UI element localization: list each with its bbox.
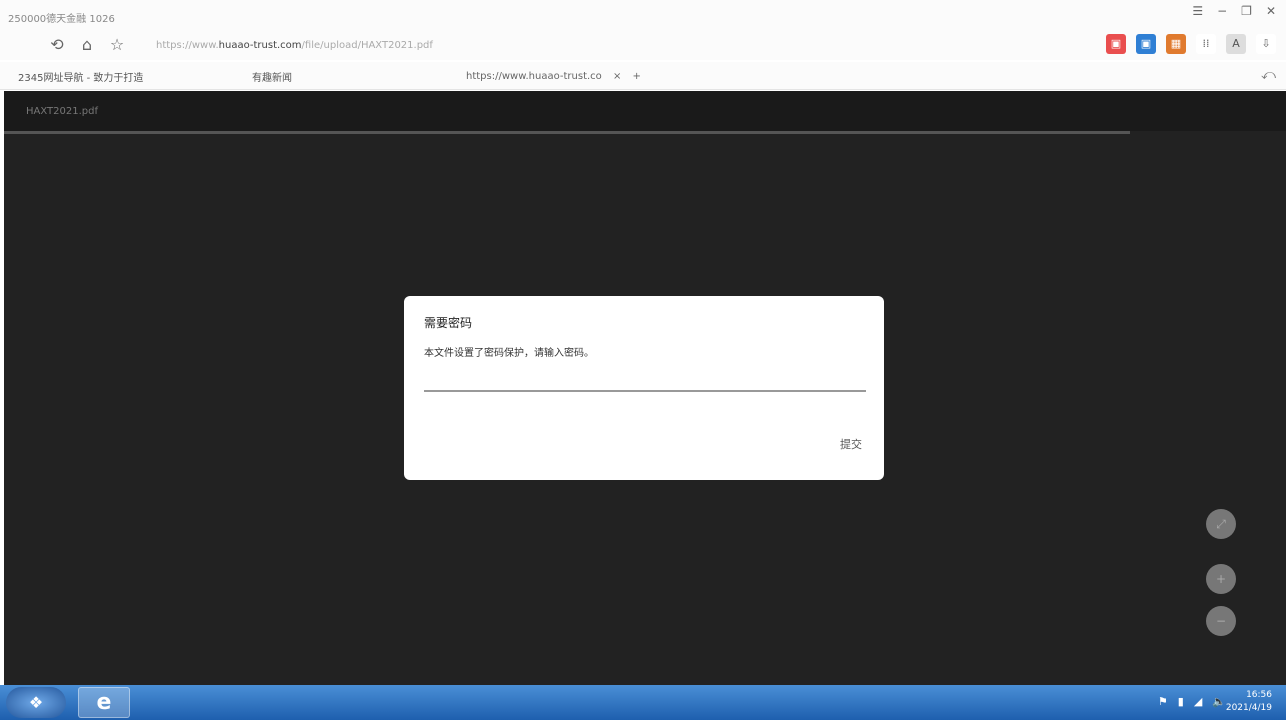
menu-icon[interactable]: ☰ [1192, 4, 1203, 18]
tray-signal-icon[interactable]: ◢ [1194, 695, 1202, 708]
new-tab-icon[interactable]: + [633, 71, 641, 82]
url-path: /file/upload/HAXT2021.pdf [301, 40, 433, 51]
bookmarks-bar: 2345网址导航 - 致力于打造 有趣新闻 https://www.huaao-… [0, 62, 1286, 90]
home-icon[interactable]: ⌂ [76, 34, 98, 56]
clock-date: 2021/4/19 [1225, 703, 1272, 713]
system-clock[interactable]: 16:56 2021/4/19 [1226, 689, 1272, 715]
apps-grid-icon[interactable]: ⁞⁞ [1196, 34, 1216, 54]
loading-progress-bar [4, 131, 1130, 134]
pdf-filename: HAXT2021.pdf [26, 106, 98, 117]
undo-icon[interactable]: ⤺ [1261, 67, 1276, 83]
minimize-icon[interactable]: − [1217, 4, 1227, 18]
extension-red-icon[interactable]: ▣ [1106, 34, 1126, 54]
password-dialog: 需要密码 本文件设置了密码保护，请输入密码。 提交 [404, 296, 884, 480]
zoom-out-icon[interactable]: − [1206, 606, 1236, 636]
password-input[interactable] [424, 374, 866, 392]
tab-close-icon[interactable]: × [613, 71, 621, 82]
window-title: 250000德天金融 1026 [8, 14, 115, 25]
translate-icon[interactable]: A [1226, 34, 1246, 54]
pdf-viewer: HAXT2021.pdf 需要密码 本文件设置了密码保护，请输入密码。 提交 ⤢… [4, 91, 1286, 685]
bookmark-news[interactable]: 有趣新闻 [252, 69, 292, 84]
address-bar[interactable]: https://www.huaao-trust.com/file/upload/… [156, 36, 986, 56]
favorite-star-icon[interactable]: ☆ [106, 34, 128, 56]
extension-blue-icon[interactable]: ▣ [1136, 34, 1156, 54]
system-tray: ⚑ ▮ ◢ 🔈 [1158, 695, 1226, 708]
restore-icon[interactable]: ❐ [1241, 4, 1252, 18]
zoom-in-icon[interactable]: + [1206, 564, 1236, 594]
url-prefix: https://www. [156, 40, 219, 51]
tray-flag-icon[interactable]: ⚑ [1158, 695, 1168, 708]
tray-network-icon[interactable]: ▮ [1178, 695, 1184, 708]
navigation-bar: ⟲ ⌂ ☆ https://www.huaao-trust.com/file/u… [0, 30, 1286, 60]
bookmark-2345[interactable]: 2345网址导航 - 致力于打造 [18, 69, 143, 84]
fit-page-icon[interactable]: ⤢ [1206, 509, 1236, 539]
browser-titlebar: 250000德天金融 1026 ☰ − ❐ ✕ [0, 0, 1286, 30]
tray-volume-icon[interactable]: 🔈 [1212, 695, 1226, 708]
download-icon[interactable]: ⇩ [1256, 34, 1276, 54]
start-button[interactable]: ❖ [6, 687, 66, 718]
extension-toolbar: ▣ ▣ ▦ ⁞⁞ A ⇩ [1106, 34, 1276, 54]
pdf-viewer-toolbar: HAXT2021.pdf [4, 91, 1286, 131]
ie-browser-icon[interactable]: e [78, 687, 130, 718]
window-controls: ☰ − ❐ ✕ [1192, 4, 1276, 18]
windows-taskbar: ❖ e ⚑ ▮ ◢ 🔈 16:56 2021/4/19 [0, 685, 1286, 720]
submit-button[interactable]: 提交 [840, 436, 862, 452]
clock-time: 16:56 [1246, 690, 1272, 700]
refresh-icon[interactable]: ⟲ [46, 34, 68, 56]
extension-orange-icon[interactable]: ▦ [1166, 34, 1186, 54]
tab-title: https://www.huaao-trust.co [466, 71, 602, 82]
url-host: huaao-trust.com [218, 40, 302, 51]
screen: 250000德天金融 1026 ☰ − ❐ ✕ ⟲ ⌂ ☆ https://ww… [0, 0, 1286, 720]
browser-tab-active[interactable]: https://www.huaao-trust.co × + [458, 66, 678, 88]
dialog-title: 需要密码 [424, 316, 473, 330]
dialog-message: 本文件设置了密码保护，请输入密码。 [424, 348, 594, 359]
close-icon[interactable]: ✕ [1266, 4, 1276, 18]
